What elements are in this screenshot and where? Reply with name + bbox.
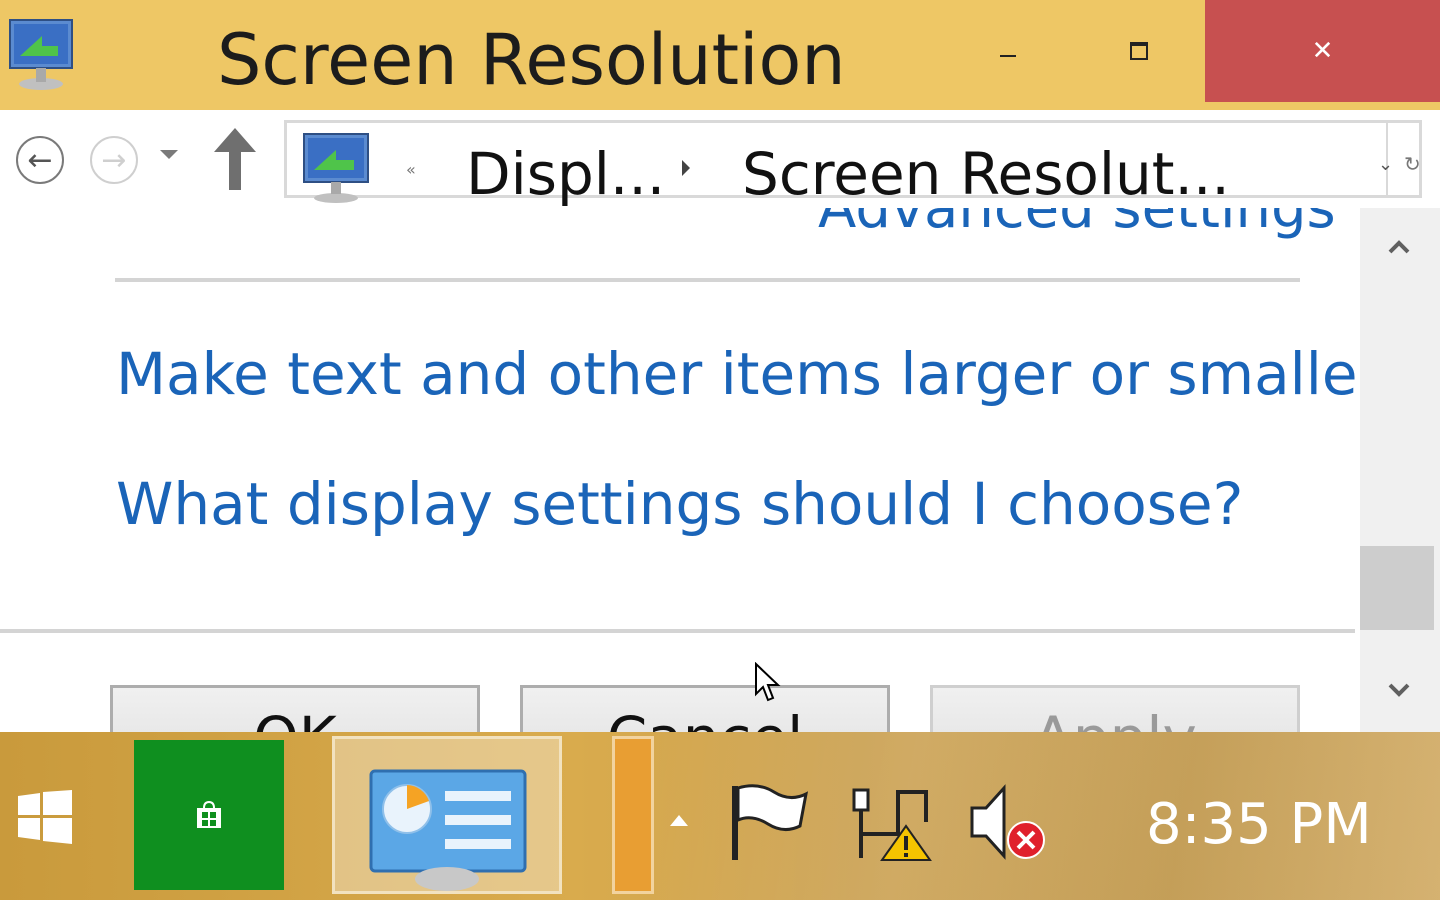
scroll-up-icon[interactable] — [1384, 232, 1414, 262]
control-panel-taskbar-button[interactable] — [332, 736, 562, 894]
address-overflow-chevron-icon[interactable]: « — [406, 160, 416, 179]
screen-resolution-app-icon[interactable] — [6, 16, 76, 94]
back-arrow-icon: ← — [27, 142, 53, 178]
section-divider — [115, 278, 1300, 282]
recent-locations-dropdown-icon[interactable] — [160, 150, 178, 159]
maximize-button[interactable] — [1106, 0, 1172, 102]
taskbar-clock[interactable]: 8:35 PM — [1146, 792, 1372, 858]
minimize-button[interactable] — [975, 0, 1041, 102]
control-panel-icon — [369, 769, 527, 891]
scrollbar-thumb[interactable] — [1360, 546, 1434, 630]
address-dropdown-icon[interactable]: ⌄ — [1378, 154, 1393, 175]
forward-button[interactable]: → — [90, 136, 138, 184]
forward-arrow-icon: → — [101, 142, 127, 178]
cancel-button[interactable]: Cancel — [520, 685, 890, 732]
store-taskbar-button[interactable] — [134, 740, 284, 890]
maximize-icon — [1130, 42, 1148, 60]
back-button[interactable]: ← — [16, 136, 64, 184]
close-button[interactable]: ✕ — [1205, 0, 1440, 102]
up-level-icon[interactable] — [210, 126, 260, 192]
apply-button[interactable]: Apply — [930, 685, 1300, 732]
text-size-link[interactable]: Make text and other items larger or smal… — [116, 338, 1360, 410]
breadcrumb-separator-icon[interactable] — [682, 160, 690, 176]
vertical-scrollbar[interactable] — [1360, 208, 1440, 732]
content-pane: Advanced settings Make text and other it… — [0, 208, 1360, 732]
network-warning-icon[interactable] — [848, 782, 932, 862]
display-settings-help-link[interactable]: What display settings should I choose? — [116, 468, 1243, 540]
window-title: Screen Resolution — [217, 19, 846, 101]
breadcrumb-screen-resolution[interactable]: Screen Resolut... — [742, 138, 1230, 210]
action-center-flag-icon[interactable] — [728, 782, 810, 862]
advanced-settings-link[interactable]: Advanced settings — [818, 208, 1336, 242]
display-location-icon — [303, 133, 369, 203]
breadcrumb-display[interactable]: Displ... — [466, 138, 665, 210]
show-hidden-icons-icon[interactable] — [670, 815, 688, 826]
ok-label: OK — [253, 688, 337, 732]
mouse-pointer-icon — [755, 662, 781, 702]
close-icon: ✕ — [1311, 36, 1334, 66]
refresh-icon[interactable]: ↻ — [1404, 152, 1421, 176]
windows-start-icon[interactable] — [18, 790, 72, 844]
minimize-icon — [1000, 55, 1016, 57]
button-area-divider — [0, 629, 1355, 633]
partial-taskbar-button[interactable] — [612, 736, 654, 894]
store-bag-icon — [197, 800, 221, 828]
volume-muted-icon[interactable] — [968, 782, 1048, 862]
apply-label: Apply — [1033, 688, 1197, 732]
scroll-down-icon[interactable] — [1384, 675, 1414, 705]
ok-button[interactable]: OK — [110, 685, 480, 732]
